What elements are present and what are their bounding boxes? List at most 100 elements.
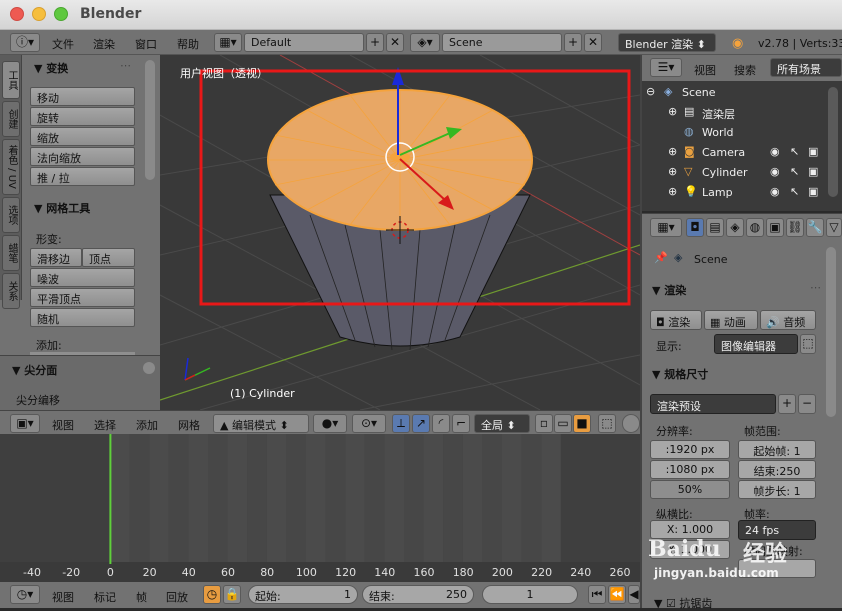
remove-scene-icon[interactable]: ✕ [584,33,602,52]
render-icon[interactable]: ▣ [808,145,818,158]
outliner-row-camera[interactable]: ⊕ ◙ Camera ◉ ↖ ▣ [642,143,827,163]
menu-search[interactable]: 搜索 [734,62,756,78]
layout-field[interactable]: Default [244,33,364,52]
expand-icon[interactable]: ⊕ [668,185,677,198]
start-frame-field[interactable]: 起始: 1 [248,585,358,604]
menu-file[interactable]: 文件 [52,36,74,52]
dimensions-title[interactable]: ▼ 规格尺寸 [652,366,708,382]
end-frame-prop-field[interactable]: 结束:250 [738,460,816,479]
menu-mesh[interactable]: 网格 [178,417,200,433]
shrink-fatten-button[interactable]: 法向缩放 [30,147,135,166]
outliner-row-renderlayers[interactable]: ⊕ ▤ 渲染层 [642,103,827,123]
renderlayer-tab-icon[interactable]: ▤ [706,218,724,237]
eye-icon[interactable]: ◉ [770,185,780,198]
slide-edge-button[interactable]: 滑移边 [30,248,82,267]
3d-viewport[interactable]: 用户视图（透视） (1) Cylinder [160,55,640,410]
occlude-icon[interactable]: ⬚ [598,414,616,433]
panel-toggle-icon[interactable] [143,362,155,374]
eye-icon[interactable]: ◉ [770,165,780,178]
tab-relations[interactable]: 关系 [2,273,20,309]
scene-icon[interactable]: ◈▾ [410,33,440,52]
outliner-row-lamp[interactable]: ⊕ 💡 Lamp ◉ ↖ ▣ [642,183,827,203]
outliner-scrollbar[interactable] [828,87,838,197]
vertex-select-icon[interactable]: ▫ [535,414,553,433]
display-mode-select[interactable]: 所有场景 [770,58,842,77]
cursor-icon[interactable]: ↖ [790,185,799,198]
expand-icon[interactable]: ⊕ [668,145,677,158]
tab-options[interactable]: 选项 [2,197,20,233]
jump-start-icon[interactable]: ⏮ [588,585,606,604]
rotate-icon[interactable]: ◜ [432,414,450,433]
pivot-icon[interactable]: ⊙▾ [352,414,386,433]
frame-step-field[interactable]: 帧步长: 1 [738,480,816,499]
scene-tab-icon[interactable]: ◈ [726,218,744,237]
animation-button[interactable]: ▦ 动画 [704,310,758,330]
pin-icon[interactable]: 📌 [654,251,668,264]
menu-tl-view[interactable]: 视图 [52,589,74,605]
expand-icon[interactable]: ⊕ [668,105,677,118]
scene-field[interactable]: Scene [442,33,562,52]
rotate-button[interactable]: 旋转 [30,107,135,126]
scale-button[interactable]: 缩放 [30,127,135,146]
menu-frame[interactable]: 帧 [136,589,147,605]
resolution-x-field[interactable]: :1920 px [650,440,730,459]
drag-handle-icon[interactable]: ⋯ [810,281,821,294]
render-icon[interactable]: ▣ [808,185,818,198]
move-button[interactable]: 移动 [30,87,135,106]
transform-panel-title[interactable]: ▼ 变换 [34,60,68,76]
vertex-slide-button[interactable]: 顶点 [82,248,135,267]
menu-render[interactable]: 渲染 [93,36,115,52]
end-frame-field[interactable]: 结束: 250 [362,585,474,604]
maximize-button[interactable] [54,7,68,21]
expand-icon[interactable]: ⊕ [668,165,677,178]
tab-tools[interactable]: 工具 [2,61,20,99]
lock-interface-icon[interactable]: ⬚ [800,334,816,354]
menu-help[interactable]: 帮助 [177,36,199,52]
cursor-icon[interactable]: ↖ [790,145,799,158]
layout-icon[interactable]: ▦▾ [214,33,242,52]
render-button[interactable]: ◘ 渲染 [650,310,702,330]
editor-type-3d-icon[interactable]: ▣▾ [10,414,40,433]
translate-icon[interactable]: ↗ [412,414,430,433]
edge-select-icon[interactable]: ▭ [554,414,572,433]
randomize-button[interactable]: 随机 [30,308,135,327]
menu-playback[interactable]: 回放 [166,589,188,605]
resolution-y-field[interactable]: :1080 px [650,460,730,479]
scale-icon[interactable]: ⌐ [452,414,470,433]
constraints-tab-icon[interactable]: ⛓ [786,218,804,237]
noise-button[interactable]: 噪波 [30,268,135,287]
modifiers-tab-icon[interactable]: 🔧 [806,218,824,237]
mesh-tools-title[interactable]: ▼ 网格工具 [34,200,90,216]
remove-preset-icon[interactable]: − [798,394,816,414]
display-select[interactable]: 图像编辑器 [714,334,798,354]
cursor-icon[interactable]: ↖ [790,165,799,178]
render-tab-icon[interactable]: ◘ [686,218,704,237]
mode-select[interactable]: ▲ 编辑模式 ⬍ [213,414,309,433]
add-scene-icon[interactable]: + [564,33,582,52]
menu-marker[interactable]: 标记 [94,589,116,605]
menu-window[interactable]: 窗口 [135,36,157,52]
prev-keyframe-icon[interactable]: ⏪ [608,585,626,604]
properties-scrollbar[interactable] [826,247,836,417]
tab-grease-pencil[interactable]: 蜡笔 [2,235,20,271]
tab-create[interactable]: 创建 [2,101,20,137]
editor-type-properties-icon[interactable]: ▦▾ [650,218,682,237]
orientation-select[interactable]: 全局 ⬍ [474,414,530,433]
editor-type-timeline-icon[interactable]: ◷▾ [10,585,40,604]
face-select-icon[interactable]: ■ [573,414,591,433]
menu-add[interactable]: 添加 [136,417,158,433]
current-frame-field[interactable]: 1 [482,585,578,604]
play-reverse-icon[interactable]: ◀ [628,585,640,604]
drag-handle-icon[interactable]: ⋯ [120,59,131,72]
minimize-button[interactable] [32,7,46,21]
collapse-icon[interactable]: ⊖ [646,85,655,98]
audio-button[interactable]: 🔊 音频 [760,310,816,330]
menu-view[interactable]: 视图 [52,417,74,433]
proportional-icon[interactable] [622,414,640,433]
subdivide-title[interactable]: ▼ 尖分面 [12,362,57,378]
menu-select[interactable]: 选择 [94,417,116,433]
menu-outliner-view[interactable]: 视图 [694,62,716,78]
outliner-row-scene[interactable]: ⊖ ◈ Scene [642,83,827,103]
editor-type-info-icon[interactable]: ⓘ▾ [10,33,40,52]
remove-layout-icon[interactable]: ✕ [386,33,404,52]
